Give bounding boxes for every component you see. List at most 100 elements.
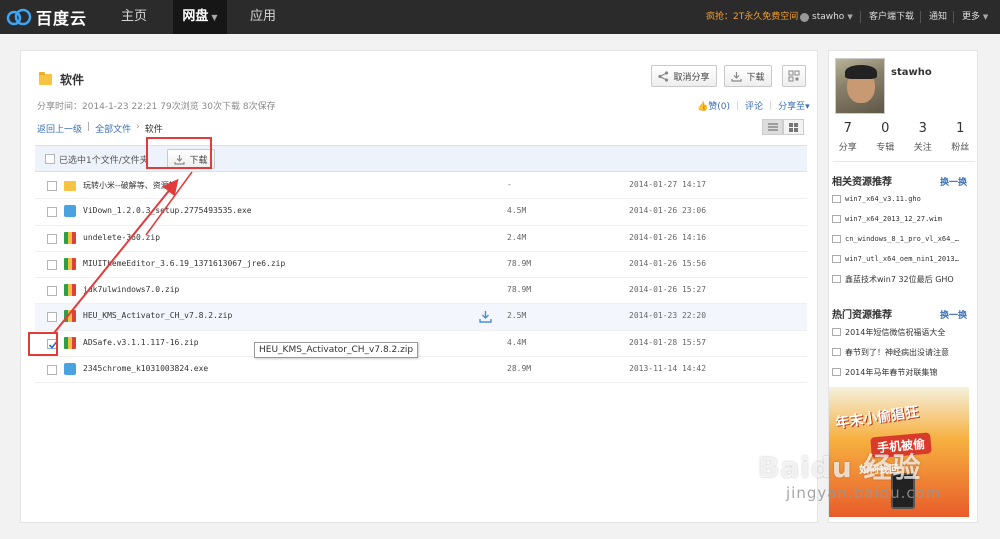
- row-checkbox[interactable]: [47, 286, 57, 297]
- file-row[interactable]: ViDown_1.2.0.3_setup.2775493535.exe 4.5M…: [35, 199, 807, 226]
- file-list: 玩转小米--破解等、资源等 - 2014-01-27 14:17 ViDown_…: [35, 173, 807, 384]
- list-item[interactable]: win7_utl_x64_oem_nin1_2013…: [832, 249, 977, 269]
- file-row[interactable]: ADSafe.v3.1.1.117-16.zip 4.4M 2014-01-28…: [35, 331, 807, 358]
- zip-file-icon: [64, 310, 76, 323]
- file-name[interactable]: HEU_KMS_Activator_CH_v7.8.2.zip: [83, 311, 232, 320]
- hot-refresh-link[interactable]: 换一换: [940, 308, 967, 321]
- share-icon: [658, 70, 669, 82]
- folder-icon: [39, 72, 52, 85]
- chevron-down-icon: ▼: [982, 13, 989, 21]
- share-to-menu[interactable]: 分享至▾: [778, 99, 810, 112]
- notify-link[interactable]: 通知: [929, 0, 947, 34]
- row-checkbox[interactable]: [47, 181, 57, 191]
- grid-view-button[interactable]: [783, 119, 804, 135]
- file-name[interactable]: undelete-360.zip: [83, 233, 160, 242]
- stat-label: 粉丝: [951, 143, 970, 153]
- thumbs-up-icon: 👍: [697, 102, 709, 112]
- selection-count: 已选中1个文件/文件夹: [59, 156, 149, 166]
- divider: [920, 11, 921, 23]
- file-date: 2014-01-26 15:56: [629, 258, 707, 268]
- file-row[interactable]: undelete-360.zip 2.4M 2014-01-26 14:16: [35, 226, 807, 252]
- cloud-logo-icon: [6, 8, 32, 26]
- profile-name[interactable]: stawho: [891, 67, 932, 78]
- share-to-label: 分享至: [778, 102, 806, 112]
- download-label: 下载: [746, 72, 765, 83]
- list-view-button[interactable]: [762, 119, 783, 135]
- file-row[interactable]: 2345chrome_k1031003824.exe 28.9M 2013-11…: [35, 357, 807, 384]
- grid-icon: [789, 122, 798, 132]
- user-name: stawho: [812, 12, 845, 22]
- stat-albums[interactable]: 0 专辑: [867, 121, 905, 153]
- breadcrumb: 返回上一级 | 全部文件 › 软件: [37, 122, 163, 135]
- file-size: 2.4M: [507, 232, 527, 242]
- nav-apps[interactable]: 应用: [238, 0, 288, 34]
- list-item[interactable]: cn_windows_8_1_pro_vl_x64_…: [832, 229, 977, 249]
- file-name[interactable]: ViDown_1.2.0.3_setup.2775493535.exe: [83, 206, 252, 215]
- nav-disk[interactable]: 网盘 ▼: [173, 0, 227, 34]
- top-navigation-bar: 百度云 主页 网盘 ▼ 应用 疯抢：2T永久免费空间 stawho ▼ 客户端下载…: [0, 0, 1000, 34]
- avatar-hair: [845, 65, 877, 79]
- divider: |: [735, 100, 740, 111]
- exe-file-icon: [64, 363, 76, 376]
- list-item[interactable]: 鑫蓝技术win7 32位最后 GHO: [832, 269, 977, 289]
- resource-name: 鑫蓝技术win7 32位最后 GHO: [845, 274, 954, 284]
- file-row[interactable]: jdk7ulwindows7.0.zip 78.9M 2014-01-26 15…: [35, 278, 807, 305]
- unshare-button[interactable]: 取消分享: [651, 65, 717, 87]
- exe-file-icon: [64, 205, 76, 218]
- breadcrumb-all-files[interactable]: 全部文件: [95, 122, 131, 135]
- like-button[interactable]: 👍赞(0): [697, 99, 730, 112]
- row-checkbox[interactable]: [47, 207, 57, 218]
- filename-tooltip: HEU_KMS_Activator_CH_v7.8.2.zip: [254, 342, 419, 358]
- row-download-icon[interactable]: [479, 310, 492, 324]
- file-name[interactable]: MIUIThemeEditor_3.6.19_1371613067_jre6.z…: [83, 259, 285, 268]
- baidu-cloud-logo[interactable]: 百度云: [6, 6, 87, 28]
- file-name[interactable]: ADSafe.v3.1.1.117-16.zip: [83, 338, 199, 347]
- hot-resources-title: 热门资源推荐: [832, 310, 892, 321]
- list-item[interactable]: 2014年短信微信祝福语大全: [832, 322, 977, 342]
- hot-resources-list: 2014年短信微信祝福语大全 春节到了！神经病出没请注意 2014年马年春节对联…: [832, 322, 977, 382]
- nav-home[interactable]: 主页: [108, 0, 160, 34]
- list-item[interactable]: 春节到了！神经病出没请注意: [832, 342, 977, 362]
- file-row[interactable]: MIUIThemeEditor_3.6.19_1371613067_jre6.z…: [35, 252, 807, 279]
- annotation-highlight-checkbox: [28, 332, 58, 356]
- file-date: 2014-01-26 23:06: [629, 206, 707, 216]
- baidu-jingyan-watermark: Baidu 经验: [758, 451, 922, 484]
- row-checkbox[interactable]: [47, 259, 57, 270]
- row-checkbox[interactable]: [47, 365, 57, 376]
- resource-name: win7_utl_x64_oem_nin1_2013…: [845, 255, 959, 263]
- resource-name: 2014年短信微信祝福语大全: [845, 327, 946, 337]
- file-date: 2014-01-26 14:16: [629, 232, 707, 242]
- profile-avatar[interactable]: [835, 58, 885, 114]
- breadcrumb-current: 软件: [144, 125, 163, 135]
- promo-link[interactable]: 疯抢：2T永久免费空间: [706, 0, 798, 34]
- related-refresh-link[interactable]: 换一换: [940, 175, 967, 188]
- file-name[interactable]: 2345chrome_k1031003824.exe: [83, 364, 208, 373]
- zip-file-icon: [64, 231, 76, 244]
- row-checkbox[interactable]: [47, 233, 57, 244]
- stat-fans[interactable]: 1 粉丝: [942, 121, 980, 153]
- user-avatar-icon: [800, 12, 809, 22]
- list-item[interactable]: 2014年马年春节对联集锦: [832, 362, 977, 382]
- chevron-down-icon: ▼: [211, 13, 218, 22]
- file-icon: [832, 368, 841, 376]
- list-item[interactable]: win7_x64_v3.11.gho: [832, 189, 977, 209]
- row-checkbox[interactable]: [47, 312, 57, 323]
- select-all-checkbox[interactable]: [45, 154, 55, 164]
- list-item[interactable]: win7_x64_2013_12_27.wim: [832, 209, 977, 229]
- user-menu[interactable]: stawho ▼: [800, 0, 853, 34]
- divider: |: [769, 100, 773, 111]
- file-name[interactable]: 玩转小米--破解等、资源等: [83, 180, 177, 191]
- stat-following[interactable]: 3 关注: [904, 121, 942, 153]
- file-row[interactable]: 玩转小米--破解等、资源等 - 2014-01-27 14:17: [35, 173, 807, 200]
- file-name[interactable]: jdk7ulwindows7.0.zip: [83, 285, 179, 294]
- download-button[interactable]: 下载: [724, 65, 772, 87]
- client-download-link[interactable]: 客户端下载: [869, 0, 914, 34]
- qrcode-button[interactable]: [782, 65, 806, 87]
- stat-value: 7: [843, 121, 852, 136]
- stat-shares[interactable]: 7 分享: [829, 121, 867, 153]
- more-menu[interactable]: 更多 ▼: [962, 0, 988, 34]
- breadcrumb-back[interactable]: 返回上一级: [37, 122, 82, 135]
- resource-name: cn_windows_8_1_pro_vl_x64_…: [845, 235, 959, 243]
- file-row[interactable]: HEU_KMS_Activator_CH_v7.8.2.zip 2.5M 201…: [35, 304, 807, 331]
- comment-link[interactable]: 评论: [745, 99, 763, 112]
